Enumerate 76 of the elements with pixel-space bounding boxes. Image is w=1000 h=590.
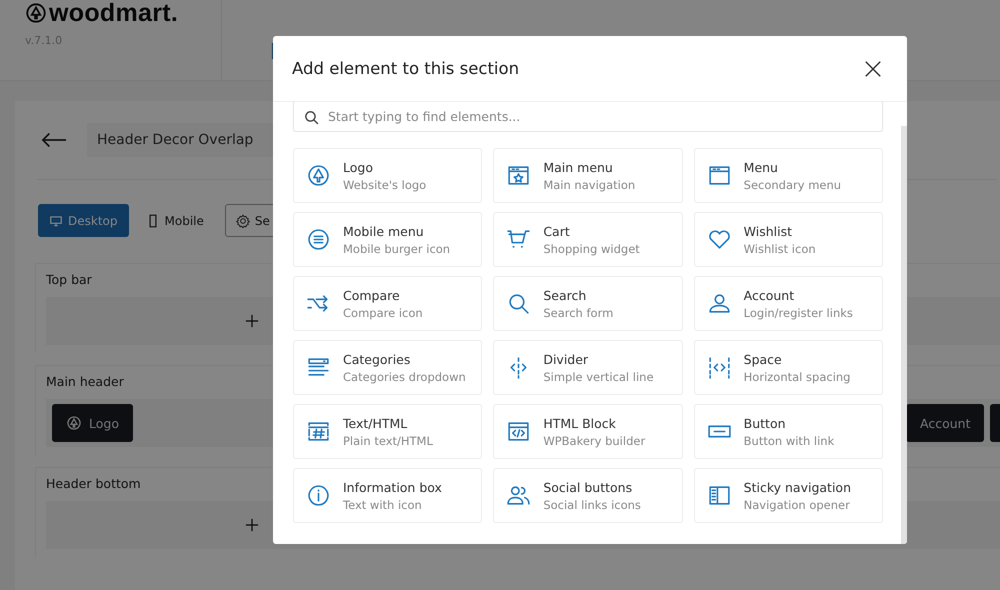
plus-icon[interactable]: [245, 314, 259, 328]
back-arrow-icon[interactable]: [41, 132, 67, 148]
element-title: Compare: [343, 288, 401, 302]
section-label: Main header: [46, 374, 124, 389]
element-title: Main menu: [543, 160, 614, 174]
element-title: Social buttons: [543, 480, 634, 494]
element-title: Menu: [744, 160, 779, 174]
element-card[interactable]: Information box Text with icon: [293, 468, 482, 523]
element-title: Cart: [543, 224, 571, 238]
element-description: Search form: [543, 306, 614, 320]
element-card[interactable]: Mobile menu Mobile burger icon: [293, 212, 482, 267]
element-card[interactable]: Account Login/register links: [694, 276, 883, 331]
element-title: Account: [744, 288, 796, 302]
device-tab[interactable]: Mobile: [134, 204, 215, 237]
element-card[interactable]: Text/HTML Plain text/HTML: [293, 404, 482, 459]
plus-icon[interactable]: [245, 518, 259, 532]
element-description: Wishlist icon: [744, 242, 816, 256]
element-title: Logo: [343, 160, 374, 174]
element-card[interactable]: Categories Categories dropdown: [293, 340, 482, 395]
tree-logo-icon: [25, 2, 47, 24]
info-icon: [306, 483, 331, 508]
settings-icon: [236, 214, 250, 228]
element-card[interactable]: Search Search form: [493, 276, 683, 331]
element-card[interactable]: Sticky navigation Navigation opener: [694, 468, 883, 523]
element-description: Horizontal spacing: [744, 370, 850, 384]
close-icon[interactable]: [864, 60, 882, 78]
element-title: Wishlist: [744, 224, 794, 238]
element-description: Main navigation: [543, 178, 636, 192]
element-title: Divider: [543, 352, 590, 366]
element-description: Social links icons: [543, 498, 641, 512]
scrollbar[interactable]: [901, 126, 907, 544]
element-description: Compare icon: [343, 306, 423, 320]
element-card[interactable]: Wishlist Wishlist icon: [694, 212, 883, 267]
logo-chip[interactable]: Logo: [52, 404, 133, 442]
element-description: Categories dropdown: [343, 370, 466, 384]
section-label: Top bar: [46, 272, 92, 287]
element-card[interactable]: Cart Shopping widget: [493, 212, 683, 267]
element-title: Information box: [343, 480, 442, 494]
element-title: HTML Block: [543, 416, 617, 430]
element-card[interactable]: Logo Website's logo: [293, 148, 482, 203]
spacing-icon: [706, 355, 732, 380]
element-description: Mobile burger icon: [343, 242, 450, 256]
element-description: Plain text/HTML: [343, 434, 433, 448]
element-card[interactable]: Menu Secondary menu: [694, 148, 883, 203]
element-description: Button with link: [744, 434, 834, 448]
element-title: Space: [744, 352, 783, 366]
element-title: Mobile menu: [343, 224, 425, 238]
element-title: Text/HTML: [343, 416, 408, 430]
brand-name: woodmart.: [49, 0, 178, 28]
element-title: Search: [543, 288, 588, 302]
element-card[interactable]: Main menu Main navigation: [493, 148, 683, 203]
element-card[interactable]: Divider Simple vertical line: [493, 340, 683, 395]
element-card[interactable]: HTML Block WPBakery builder: [493, 404, 683, 459]
element-description: WPBakery builder: [543, 434, 646, 448]
element-description: Secondary menu: [744, 178, 842, 192]
tree-logo-icon: [66, 415, 82, 431]
element-title: Sticky navigation: [744, 480, 851, 494]
element-description: Website's logo: [343, 178, 426, 192]
section-label: Header bottom: [46, 476, 141, 491]
element-card[interactable]: Compare Compare icon: [293, 276, 482, 331]
element-description: Login/register links: [744, 306, 853, 320]
element-title: Button: [744, 416, 787, 430]
element-description: Simple vertical line: [543, 370, 654, 384]
element-description: Text with icon: [343, 498, 423, 512]
element-card[interactable]: Social buttons Social links icons: [493, 468, 683, 523]
tree-logo-icon: [306, 163, 331, 188]
element-description: Navigation opener: [744, 498, 851, 512]
dialog-title: Add element to this section: [292, 59, 520, 78]
element-chip[interactable]: Account: [906, 404, 984, 442]
search-icon: [303, 109, 320, 126]
monitor-icon: [49, 214, 63, 228]
element-card[interactable]: Space Horizontal spacing: [694, 340, 883, 395]
element-description: Shopping widget: [543, 242, 640, 256]
search-field[interactable]: Start typing to find elements...: [293, 102, 883, 132]
element-title: Categories: [343, 352, 412, 366]
element-card[interactable]: Button Button with link: [694, 404, 883, 459]
